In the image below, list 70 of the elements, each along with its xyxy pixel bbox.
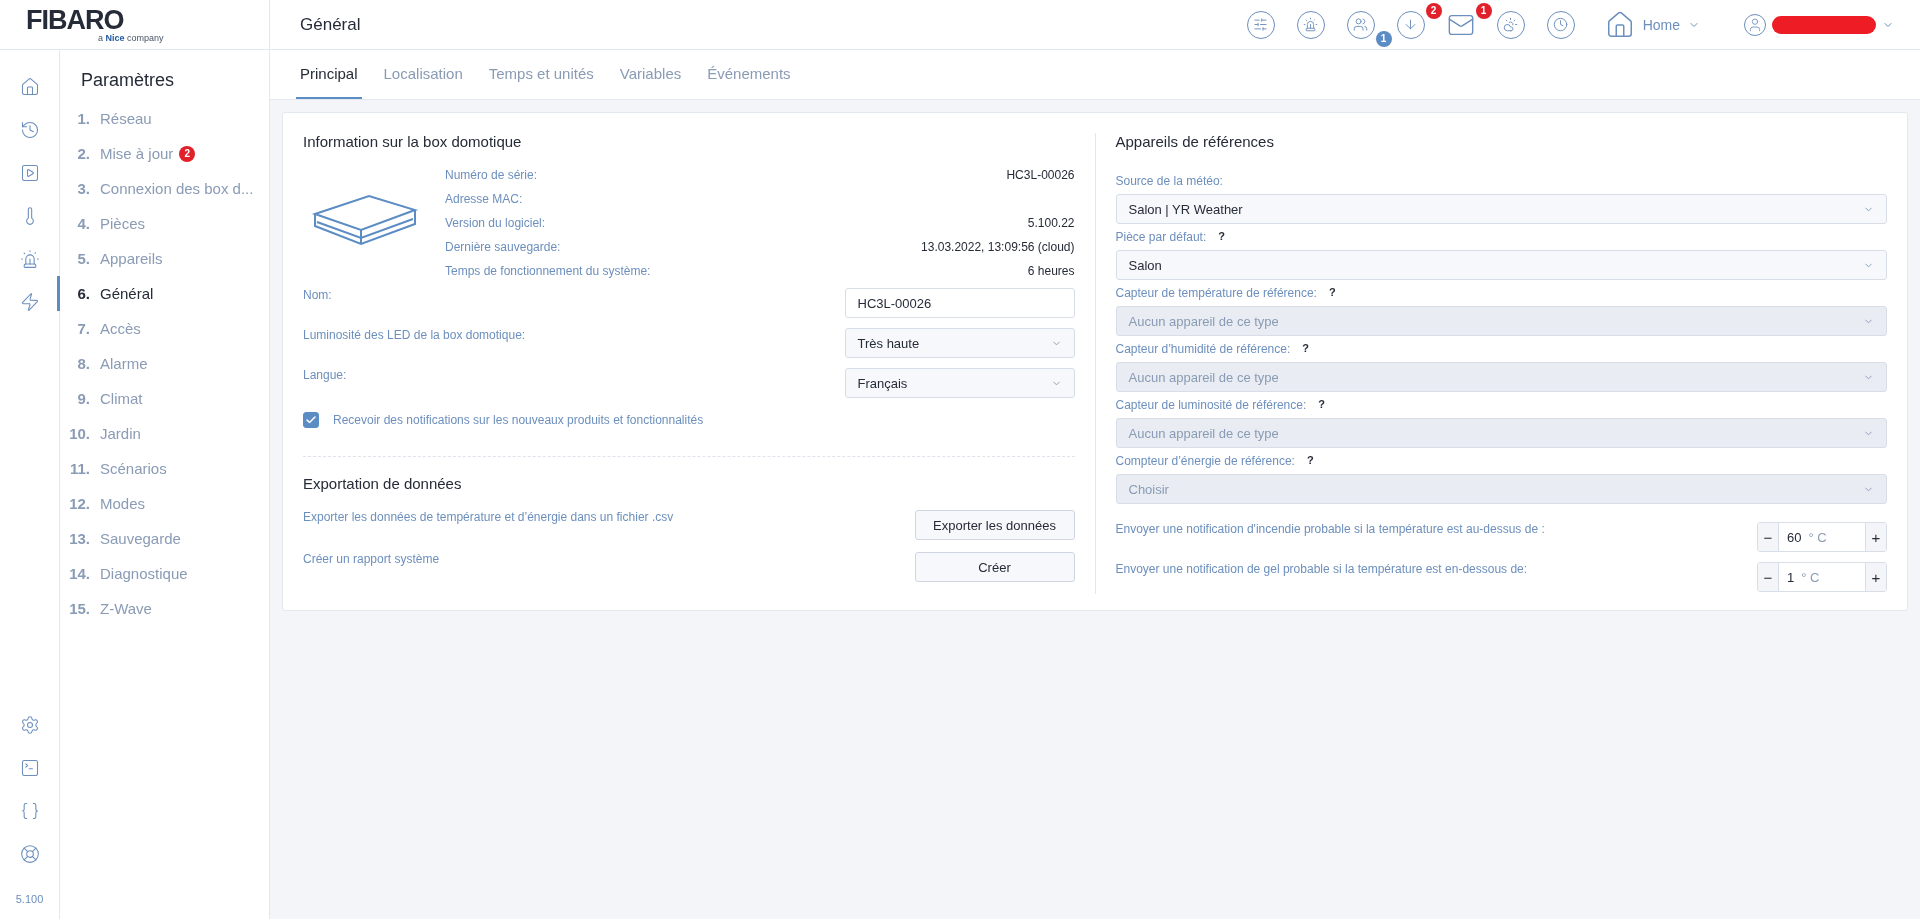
field-label: Capteur de luminosité de référence: xyxy=(1115,398,1307,412)
section-title: Information sur la box domotique xyxy=(303,133,523,150)
version-label: 5.100 xyxy=(15,893,44,905)
action-label: Créer un rapport système xyxy=(303,552,440,566)
info-value: 6 heures xyxy=(1026,264,1075,278)
tab[interactable]: Localisation xyxy=(379,50,467,99)
notification-badge: 1 xyxy=(1475,2,1492,19)
settings-menu-item[interactable]: 3. Connexion des box d... xyxy=(57,171,269,206)
info-label: Version du logiciel: xyxy=(445,216,547,230)
field-label: Luminosité des LED de la box domotique: xyxy=(303,328,526,342)
menu-title: Paramètres xyxy=(81,70,176,91)
field-label: Pièce par défaut: xyxy=(1115,230,1207,244)
settings-menu-item[interactable]: 8. Alarme xyxy=(57,346,269,381)
section-title: Appareils de références xyxy=(1115,133,1275,150)
settings-menu-item[interactable]: 14. Diagnostique xyxy=(57,556,269,591)
dropdown[interactable]: Salon | YR Weather xyxy=(1115,194,1887,224)
info-value: 13.03.2022, 13:09:56 (cloud) xyxy=(921,240,1075,254)
tab[interactable]: Événements xyxy=(703,50,795,99)
notification-badge: 1 xyxy=(1375,30,1392,47)
notification-badge: 2 xyxy=(1425,2,1442,19)
tab[interactable]: Principal xyxy=(296,50,362,99)
checkbox-label: Recevoir des notifications sur les nouveaux produits et fonctionnalités xyxy=(333,413,704,427)
action-button[interactable]: Créer xyxy=(914,552,1075,582)
dropdown[interactable]: Très haute xyxy=(844,328,1075,358)
check-icon xyxy=(305,414,317,426)
field-label: Source de la météo: xyxy=(1115,174,1223,188)
settings-menu-item[interactable]: 11. Scénarios xyxy=(57,451,269,486)
settings-menu-item[interactable]: 12. Modes xyxy=(57,486,269,521)
name-input[interactable]: HC3L-00026 xyxy=(844,288,1075,318)
tab[interactable]: Temps et unités xyxy=(484,50,598,99)
info-value: HC3L-00026 xyxy=(1005,168,1075,182)
info-label: Temps de fonctionnement du système: xyxy=(445,264,652,278)
settings-menu-item[interactable]: 13. Sauvegarde xyxy=(57,521,269,556)
settings-menu-item[interactable]: 2. Mise à jour 2 xyxy=(57,136,269,171)
settings-menu-item[interactable]: 9. Climat xyxy=(57,381,269,416)
settings-menu-item[interactable]: 4. Pièces xyxy=(57,206,269,241)
section-title: Exportation de données xyxy=(303,475,463,492)
info-label: Dernière sauvegarde: xyxy=(445,240,562,254)
checkbox[interactable] xyxy=(303,412,319,428)
dropdown[interactable]: Français xyxy=(844,368,1075,398)
plus-button[interactable]: + xyxy=(1866,523,1886,551)
logo-wordmark: FIBARO xyxy=(26,6,124,34)
field-label: Capteur de température de référence: xyxy=(1115,286,1317,300)
settings-menu-item[interactable]: 7. Accès xyxy=(57,311,269,346)
info-label: Numéro de série: xyxy=(445,168,539,182)
field-label: Envoyer une notification d'incendie probable si la température est au-dessus de : xyxy=(1115,522,1545,536)
settings-menu-item[interactable]: 10. Jardin xyxy=(57,416,269,451)
help-mark[interactable]: ? xyxy=(1218,230,1225,244)
tab[interactable]: Variables xyxy=(615,50,686,99)
field-label: Envoyer une notification de gel probable si la température est en-dessous de: xyxy=(1115,562,1528,576)
action-button[interactable]: Exporter les données xyxy=(914,510,1075,540)
settings-menu-item[interactable]: 1. Réseau xyxy=(57,101,269,136)
action-label: Exporter les données de température et d’énergie dans un fichier .csv xyxy=(303,510,674,524)
plus-button[interactable]: + xyxy=(1866,563,1886,591)
logo-tagline: a Nice company xyxy=(98,32,164,43)
field-label: Nom: xyxy=(303,288,332,302)
settings-menu-item[interactable]: 15. Z-Wave xyxy=(57,591,269,626)
page-title: Général xyxy=(300,14,362,35)
info-value: 5.100.22 xyxy=(1026,216,1075,230)
number-stepper[interactable]: − 60 ° C + xyxy=(1757,522,1887,552)
info-label: Adresse MAC: xyxy=(445,192,524,206)
home-dropdown[interactable]: Home xyxy=(1604,9,1700,40)
dropdown[interactable]: Salon xyxy=(1115,250,1887,280)
field-label: Langue: xyxy=(303,368,347,382)
field-label: Compteur d’énergie de référence: xyxy=(1115,454,1295,468)
settings-menu-item[interactable]: 5. Appareils xyxy=(57,241,269,276)
minus-button[interactable]: − xyxy=(1758,523,1778,551)
number-stepper[interactable]: − 1 ° C + xyxy=(1757,562,1887,592)
field-label: Capteur d’humidité de référence: xyxy=(1115,342,1291,356)
minus-button[interactable]: − xyxy=(1758,563,1778,591)
